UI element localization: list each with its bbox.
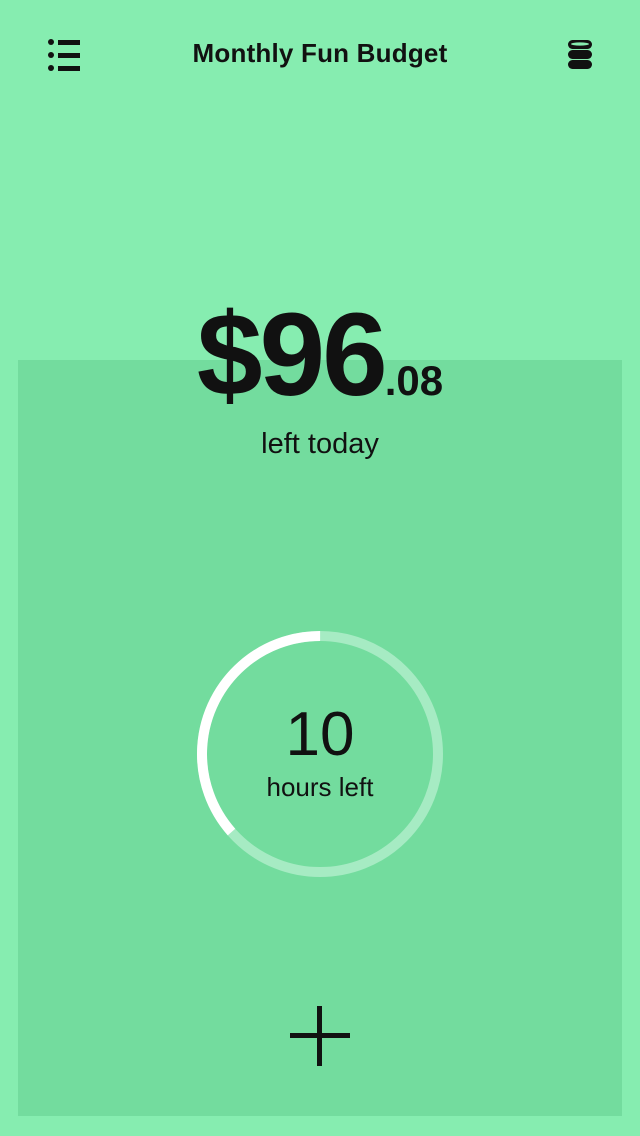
- database-icon: [568, 40, 592, 69]
- top-bar: Monthly Fun Budget: [0, 0, 640, 112]
- database-button[interactable]: [556, 32, 604, 80]
- amount-currency: $: [196, 289, 263, 421]
- add-button[interactable]: [286, 1002, 354, 1070]
- amount-label: left today: [261, 428, 379, 460]
- page-title: Monthly Fun Budget: [192, 38, 448, 68]
- hours-number: 10: [285, 700, 355, 769]
- amount-dollars: 96: [259, 289, 387, 421]
- amount-cents: .08: [384, 357, 444, 404]
- hours-label: hours left: [266, 772, 374, 802]
- hours-ring: 10 hours left: [196, 630, 444, 878]
- remaining-amount: $96.08: [0, 296, 640, 414]
- plus-icon-vertical: [317, 1006, 322, 1066]
